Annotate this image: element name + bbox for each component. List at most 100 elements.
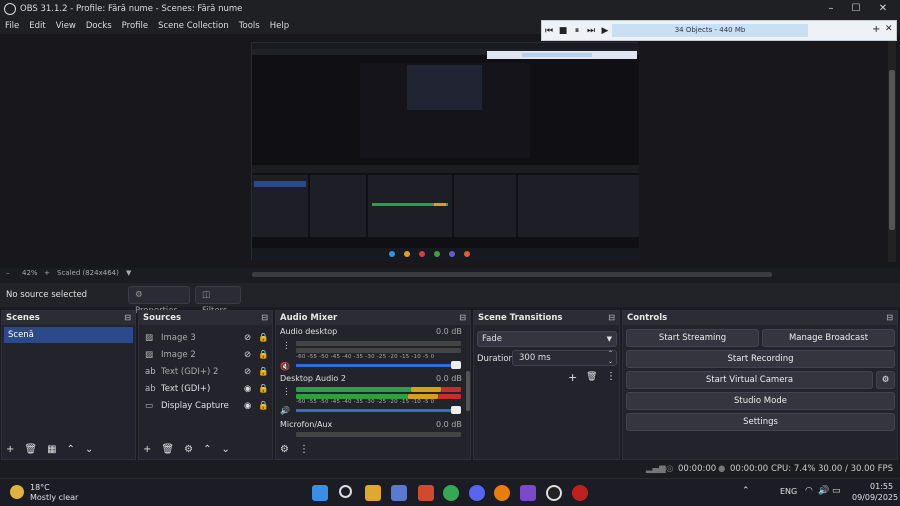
app-icon[interactable] — [520, 485, 536, 501]
menu-scene-collection[interactable]: Scene Collection — [158, 21, 229, 31]
more-options-icon[interactable]: ⋮ — [299, 444, 309, 455]
volume-slider-handle[interactable] — [451, 361, 461, 369]
wifi-icon[interactable]: ◠ — [805, 486, 813, 496]
brave-icon[interactable] — [418, 485, 434, 501]
transition-select[interactable]: Fade ▼ — [477, 331, 617, 347]
preview-canvas[interactable] — [251, 42, 639, 261]
skip-back-icon[interactable]: ⏮ — [542, 26, 556, 36]
pause-icon[interactable]: ⏸ — [570, 26, 584, 36]
volume-slider[interactable] — [296, 409, 456, 412]
remove-source-icon[interactable]: 🗑 — [161, 444, 174, 455]
start-virtual-camera-button[interactable]: Start Virtual Camera — [626, 371, 873, 389]
remove-scene-icon[interactable]: 🗑 — [24, 444, 37, 455]
menu-tools[interactable]: Tools — [239, 21, 260, 31]
speaker-icon[interactable]: 🔊 — [280, 406, 290, 415]
eye-icon[interactable]: ◉ — [244, 401, 258, 411]
file-explorer-icon[interactable] — [365, 485, 381, 501]
dock-undock-icon[interactable]: ⊟ — [608, 311, 615, 325]
maximize-button[interactable]: ☐ — [843, 0, 869, 18]
blender-icon[interactable] — [494, 485, 510, 501]
menu-edit[interactable]: Edit — [29, 21, 45, 31]
more-options-icon[interactable]: ⋮ — [282, 341, 291, 351]
meter-desktop-audio-2 — [296, 387, 411, 392]
language-indicator[interactable]: ENG — [780, 487, 797, 496]
lock-icon[interactable]: 🔒 — [258, 384, 272, 394]
move-up-icon[interactable]: ⌃ — [67, 444, 75, 455]
duration-input[interactable]: 300 ms ⌃ ⌄ — [512, 350, 617, 366]
muted-speaker-icon[interactable]: 🔇 — [280, 362, 290, 371]
close-button[interactable]: ✕ — [870, 0, 896, 18]
eye-hidden-icon[interactable]: ⊘ — [244, 350, 258, 360]
preview-vertical-scrollbar[interactable] — [888, 40, 896, 262]
source-item[interactable]: ▭ Display Capture ◉ 🔒 — [139, 397, 272, 414]
mixer-scrollbar[interactable] — [466, 371, 470, 411]
app-red-icon[interactable] — [572, 485, 588, 501]
gear-icon[interactable]: ⚙ — [184, 444, 193, 455]
chevron-up-icon[interactable]: ⌃ — [742, 486, 750, 496]
eye-hidden-icon[interactable]: ⊘ — [244, 367, 258, 377]
store-icon[interactable] — [391, 485, 407, 501]
add-transition-icon[interactable]: + — [568, 371, 577, 384]
scene-item[interactable]: Scenă — [4, 327, 133, 343]
start-recording-button[interactable]: Start Recording — [626, 350, 895, 368]
settings-button[interactable]: Settings — [626, 413, 895, 431]
minimize-button[interactable]: – — [818, 0, 844, 18]
filters-button[interactable]: ◫ Filters — [195, 286, 241, 316]
properties-button[interactable]: ⚙ Properties — [128, 286, 190, 316]
search-icon[interactable] — [339, 485, 352, 498]
lock-icon[interactable]: 🔒 — [258, 350, 272, 360]
menu-profile[interactable]: Profile — [122, 21, 148, 31]
add-source-icon[interactable]: + — [143, 444, 151, 455]
weather-temp: 18°C — [30, 483, 50, 492]
scale-dropdown-icon[interactable]: ▼ — [126, 269, 131, 277]
source-item[interactable]: ▨ Image 2 ⊘ 🔒 — [139, 346, 272, 363]
volume-icon[interactable]: 🔊 — [818, 486, 829, 496]
menu-help[interactable]: Help — [270, 21, 289, 31]
studio-mode-button[interactable]: Studio Mode — [626, 392, 895, 410]
dock-undock-icon[interactable]: ⊟ — [459, 311, 466, 325]
battery-icon[interactable]: ▭ — [832, 486, 841, 496]
volume-slider[interactable] — [296, 364, 456, 367]
playbar-close-button[interactable]: ✕ — [885, 24, 893, 34]
move-down-icon[interactable]: ⌄ — [85, 444, 93, 455]
source-item[interactable]: ab Text (GDI+) 2 ⊘ 🔒 — [139, 363, 272, 380]
menu-docks[interactable]: Docks — [86, 21, 112, 31]
move-up-icon[interactable]: ⌃ — [203, 444, 211, 455]
start-icon[interactable] — [312, 485, 328, 501]
discord-icon[interactable] — [469, 485, 485, 501]
filter-icon[interactable]: ▦ — [47, 444, 56, 455]
obs-icon[interactable] — [546, 485, 562, 501]
start-streaming-button[interactable]: Start Streaming — [626, 329, 759, 347]
manage-broadcast-button[interactable]: Manage Broadcast — [762, 329, 895, 347]
dock-undock-icon[interactable]: ⊟ — [886, 311, 893, 325]
source-item[interactable]: ab Text (GDI+) ◉ 🔒 — [139, 380, 272, 397]
eye-icon[interactable]: ◉ — [244, 384, 258, 394]
eye-hidden-icon[interactable]: ⊘ — [244, 333, 258, 343]
dock-undock-icon[interactable]: ⊟ — [261, 311, 268, 325]
more-options-icon[interactable]: ⋮ — [282, 387, 291, 397]
remove-transition-icon[interactable]: 🗑 — [586, 372, 597, 382]
lock-icon[interactable]: 🔒 — [258, 333, 272, 343]
gear-icon[interactable]: ⚙ — [280, 444, 289, 455]
stop-icon[interactable]: ■ — [556, 26, 570, 36]
move-down-icon[interactable]: ⌄ — [221, 444, 229, 455]
volume-slider-handle[interactable] — [451, 406, 461, 414]
skip-forward-icon[interactable]: ⏭ — [584, 26, 598, 36]
source-item[interactable]: ▨ Image 3 ⊘ 🔒 — [139, 329, 272, 346]
play-icon[interactable]: ▶ — [598, 26, 612, 36]
stepper-icon[interactable]: ⌃ ⌄ — [608, 350, 613, 366]
zoom-out-button[interactable]: – — [6, 269, 10, 277]
zoom-in-button[interactable]: + — [44, 269, 50, 277]
weather-icon[interactable] — [10, 485, 24, 499]
menu-view[interactable]: View — [56, 21, 76, 31]
add-scene-icon[interactable]: + — [6, 444, 14, 455]
dock-undock-icon[interactable]: ⊟ — [124, 311, 131, 325]
virtual-camera-settings-button[interactable]: ⚙ — [876, 371, 895, 389]
preview-horizontal-scrollbar[interactable] — [252, 272, 772, 277]
menu-file[interactable]: File — [5, 21, 19, 31]
add-button[interactable]: + — [872, 24, 880, 35]
lock-icon[interactable]: 🔒 — [258, 367, 272, 377]
more-options-icon[interactable]: ⋮ — [606, 371, 616, 382]
lock-icon[interactable]: 🔒 — [258, 401, 272, 411]
chrome-icon[interactable] — [443, 485, 459, 501]
